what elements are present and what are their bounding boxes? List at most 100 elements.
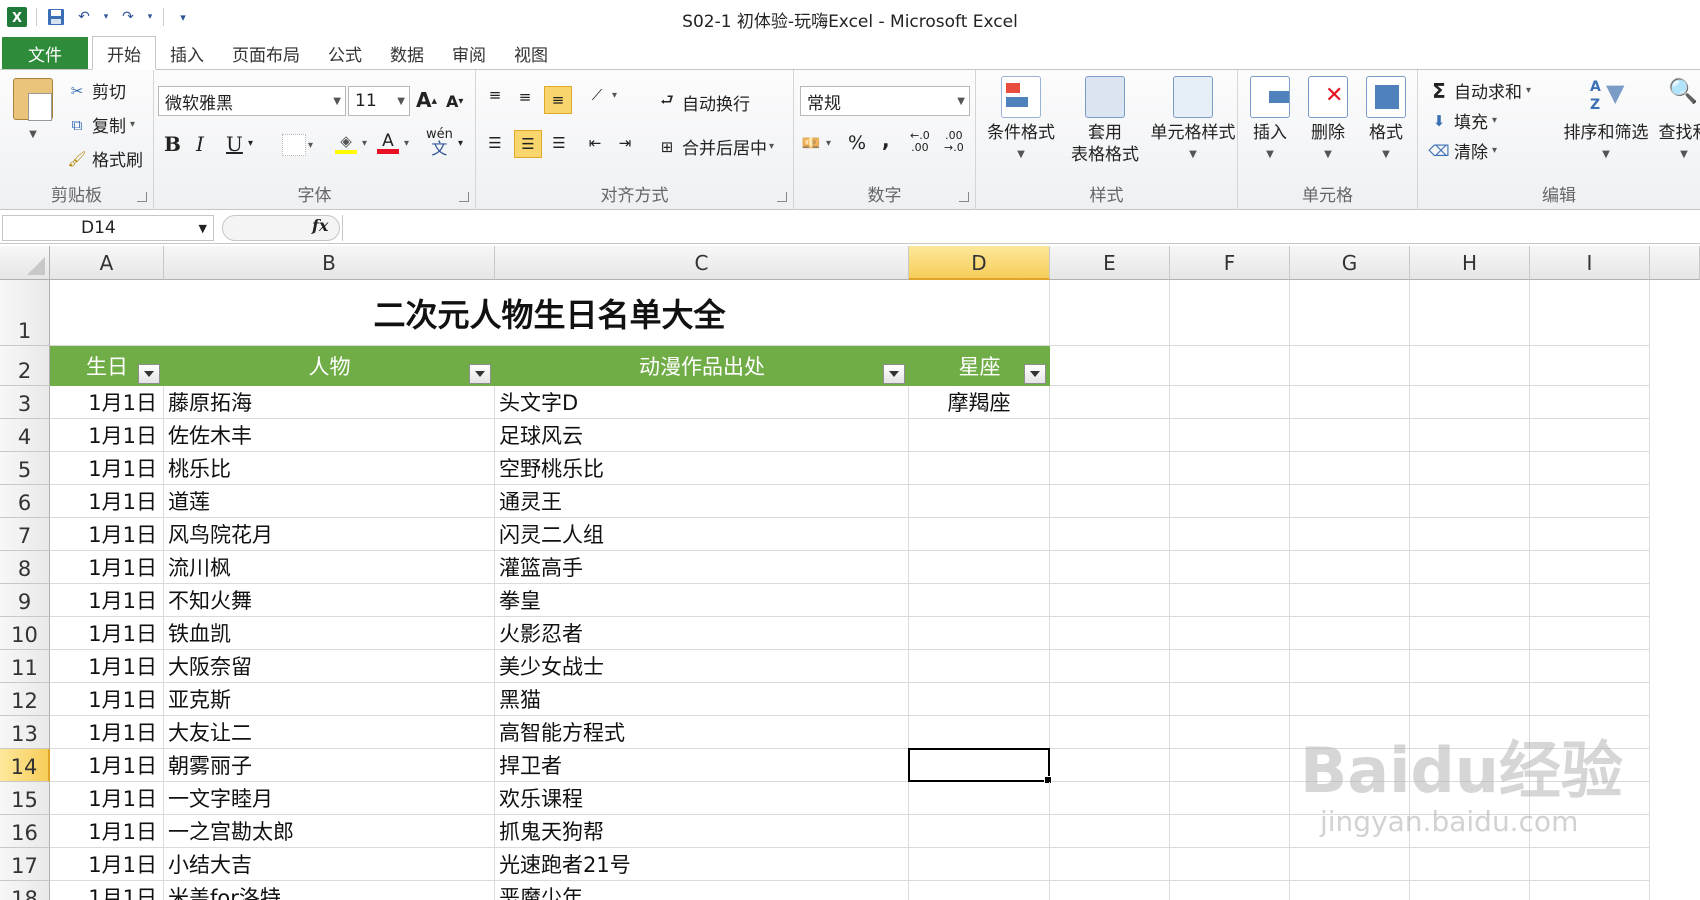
cell[interactable]: [1170, 848, 1290, 881]
tab-file[interactable]: 文件: [2, 37, 88, 69]
row-header[interactable]: 1: [0, 280, 50, 346]
cell[interactable]: [1290, 584, 1410, 617]
align-bottom-button[interactable]: ≡: [544, 86, 576, 114]
align-top-button[interactable]: ≡: [484, 84, 510, 106]
date-cell[interactable]: 1月1日: [50, 419, 164, 452]
date-cell[interactable]: 1月1日: [50, 881, 164, 900]
anime-title-cell[interactable]: 欢乐课程: [495, 782, 909, 815]
table-header-cell[interactable]: 生日: [50, 346, 164, 386]
cell[interactable]: [1290, 280, 1410, 346]
cell[interactable]: [1410, 881, 1530, 900]
cell[interactable]: [1170, 749, 1290, 782]
align-left-button[interactable]: ☰: [484, 132, 510, 154]
delete-cells-button[interactable]: ✕ 删除 ▼: [1300, 76, 1356, 166]
cell[interactable]: [1410, 650, 1530, 683]
cell[interactable]: [1290, 386, 1410, 419]
column-header-b[interactable]: B: [164, 246, 495, 280]
cell[interactable]: [1050, 485, 1170, 518]
date-cell[interactable]: 1月1日: [50, 617, 164, 650]
zodiac-cell[interactable]: [909, 584, 1050, 617]
cell[interactable]: [1170, 716, 1290, 749]
date-cell[interactable]: 1月1日: [50, 749, 164, 782]
cell[interactable]: [1290, 419, 1410, 452]
cell[interactable]: [1050, 551, 1170, 584]
anime-title-cell[interactable]: 高智能方程式: [495, 716, 909, 749]
autosum-button[interactable]: Σ 自动求和 ▾: [1428, 78, 1531, 104]
cell[interactable]: [1410, 485, 1530, 518]
decrease-decimal-button[interactable]: .00 →.0: [944, 130, 964, 154]
cell[interactable]: [1530, 683, 1650, 716]
cell[interactable]: [1050, 716, 1170, 749]
zodiac-cell[interactable]: [909, 485, 1050, 518]
phonetic-dropdown-icon[interactable]: ▾: [458, 138, 463, 149]
cell[interactable]: [1290, 452, 1410, 485]
cell[interactable]: [1530, 848, 1650, 881]
character-cell[interactable]: 藤原拓海: [164, 386, 495, 419]
date-cell[interactable]: 1月1日: [50, 782, 164, 815]
cell[interactable]: [1050, 386, 1170, 419]
cell[interactable]: [1530, 280, 1650, 346]
redo-dropdown-icon[interactable]: ▾: [145, 6, 155, 28]
alignment-launcher-icon[interactable]: [777, 192, 787, 202]
character-cell[interactable]: 一之宫勘太郎: [164, 815, 495, 848]
character-cell[interactable]: 朝雾丽子: [164, 749, 495, 782]
cell[interactable]: [1410, 518, 1530, 551]
anime-title-cell[interactable]: 抓鬼天狗帮: [495, 815, 909, 848]
row-header[interactable]: 9: [0, 584, 50, 617]
paste-dropdown-icon[interactable]: ▼: [29, 124, 37, 146]
fill-button[interactable]: ⬇ 填充 ▾: [1428, 108, 1497, 134]
fill-color-button[interactable]: ◈ ▾: [334, 132, 367, 154]
date-cell[interactable]: 1月1日: [50, 386, 164, 419]
date-cell[interactable]: 1月1日: [50, 716, 164, 749]
cell[interactable]: [1530, 485, 1650, 518]
table-header-cell[interactable]: 动漫作品出处: [495, 346, 909, 386]
cell[interactable]: [1170, 280, 1290, 346]
cell[interactable]: [1050, 650, 1170, 683]
tab-review[interactable]: 审阅: [438, 37, 500, 69]
tab-formulas[interactable]: 公式: [314, 37, 376, 69]
cut-button[interactable]: ✂ 剪切: [66, 78, 126, 104]
tab-page-layout[interactable]: 页面布局: [218, 37, 314, 69]
table-header-cell[interactable]: 星座: [909, 346, 1050, 386]
active-cell-selection[interactable]: [908, 748, 1052, 784]
cell[interactable]: [1050, 280, 1170, 346]
zodiac-cell[interactable]: [909, 617, 1050, 650]
cell[interactable]: [1170, 683, 1290, 716]
align-right-button[interactable]: ☰: [548, 132, 574, 154]
align-center-button[interactable]: ☰: [514, 130, 546, 158]
tab-insert[interactable]: 插入: [156, 37, 218, 69]
copy-dropdown-icon[interactable]: ▾: [130, 119, 135, 130]
cell[interactable]: [1290, 650, 1410, 683]
date-cell[interactable]: 1月1日: [50, 452, 164, 485]
cell[interactable]: [1050, 584, 1170, 617]
cell[interactable]: [1530, 346, 1650, 386]
tab-data[interactable]: 数据: [376, 37, 438, 69]
font-name-select[interactable]: 微软雅黑 ▼: [158, 86, 346, 116]
filter-dropdown-icon[interactable]: [138, 364, 160, 384]
date-cell[interactable]: 1月1日: [50, 584, 164, 617]
cell[interactable]: [1170, 650, 1290, 683]
cell[interactable]: [1050, 518, 1170, 551]
cell[interactable]: [1170, 584, 1290, 617]
filter-dropdown-icon[interactable]: [1024, 364, 1046, 384]
cell[interactable]: [1170, 551, 1290, 584]
format-as-table-button[interactable]: 套用 表格格式: [1062, 76, 1148, 166]
insert-function-icon[interactable]: fx: [312, 216, 328, 235]
font-size-select[interactable]: 11 ▼: [348, 86, 410, 116]
anime-title-cell[interactable]: 恶魔少年: [495, 881, 909, 900]
cell[interactable]: [1050, 848, 1170, 881]
cell[interactable]: [1530, 419, 1650, 452]
sort-filter-button[interactable]: A Z ▼ 排序和筛选 ▼: [1558, 76, 1654, 166]
anime-title-cell[interactable]: 闪灵二人组: [495, 518, 909, 551]
phonetic-button[interactable]: wén 文: [426, 128, 453, 157]
date-cell[interactable]: 1月1日: [50, 485, 164, 518]
underline-button[interactable]: U: [226, 132, 243, 156]
cell[interactable]: [1170, 452, 1290, 485]
character-cell[interactable]: 道莲: [164, 485, 495, 518]
row-header[interactable]: 13: [0, 716, 50, 749]
column-header-f[interactable]: F: [1170, 246, 1290, 280]
character-cell[interactable]: 亚克斯: [164, 683, 495, 716]
cell[interactable]: [1170, 617, 1290, 650]
cell[interactable]: [1410, 386, 1530, 419]
cell[interactable]: [1290, 848, 1410, 881]
